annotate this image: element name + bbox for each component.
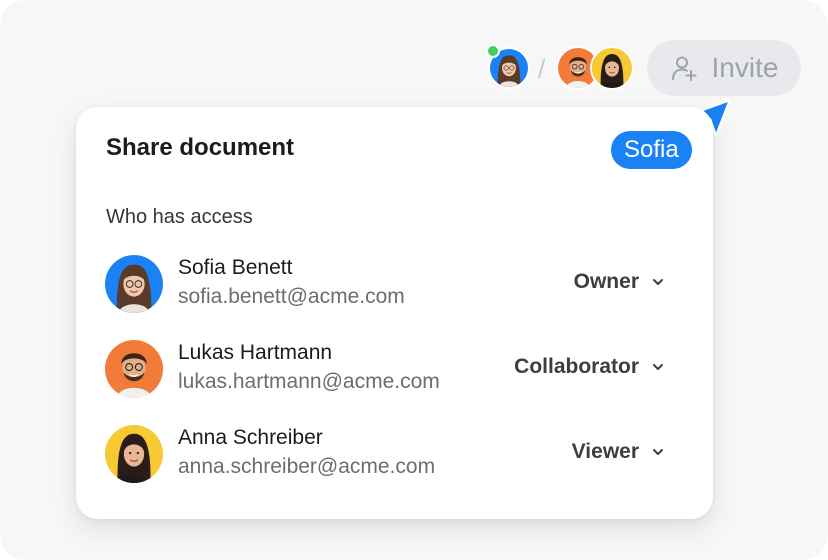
add-user-icon xyxy=(671,56,697,81)
avatar-image xyxy=(105,340,163,398)
role-label: Viewer xyxy=(571,440,639,463)
invite-button[interactable]: Invite xyxy=(647,40,801,96)
member-row: Lukas Hartmann lukas.hartmann@acme.com C… xyxy=(105,340,685,400)
app-frame: / Invite Share document Sofia Who has ac… xyxy=(0,0,828,560)
dialog-title: Share document xyxy=(106,134,295,161)
presence-divider: / xyxy=(538,54,546,84)
avatar-image xyxy=(105,255,163,313)
avatar-image xyxy=(105,425,163,483)
chevron-down-icon xyxy=(653,364,663,370)
presence-avatar[interactable] xyxy=(486,44,532,91)
current-user-tag: Sofia xyxy=(611,131,692,169)
role-label: Owner xyxy=(573,270,639,293)
avatar xyxy=(105,340,163,398)
online-status-dot xyxy=(486,44,500,58)
role-label: Collaborator xyxy=(514,355,639,378)
member-email: lukas.hartmann@acme.com xyxy=(178,370,440,393)
member-name: Anna Schreiber xyxy=(178,426,323,449)
invite-label: Invite xyxy=(711,52,779,83)
role-dropdown[interactable]: Collaborator xyxy=(514,355,665,379)
member-row: Sofia Benett sofia.benett@acme.com Owner xyxy=(105,255,685,315)
collaborators-avatar-stack[interactable] xyxy=(556,46,636,90)
avatar xyxy=(105,255,163,313)
avatar xyxy=(590,46,634,90)
chevron-down-icon xyxy=(653,279,663,285)
share-dialog: Share document Sofia Who has access Sofi… xyxy=(76,107,713,519)
member-email: anna.schreiber@acme.com xyxy=(178,455,436,478)
role-dropdown[interactable]: Owner xyxy=(574,270,665,294)
access-section-label: Who has access xyxy=(106,206,253,228)
member-row: Anna Schreiber anna.schreiber@acme.com V… xyxy=(105,425,685,485)
member-name: Sofia Benett xyxy=(178,256,293,279)
chevron-down-icon xyxy=(653,449,663,455)
avatar-image xyxy=(592,48,632,88)
avatar xyxy=(105,425,163,483)
member-name: Lukas Hartmann xyxy=(178,341,333,364)
member-email: sofia.benett@acme.com xyxy=(178,285,405,308)
role-dropdown[interactable]: Viewer xyxy=(572,440,665,464)
